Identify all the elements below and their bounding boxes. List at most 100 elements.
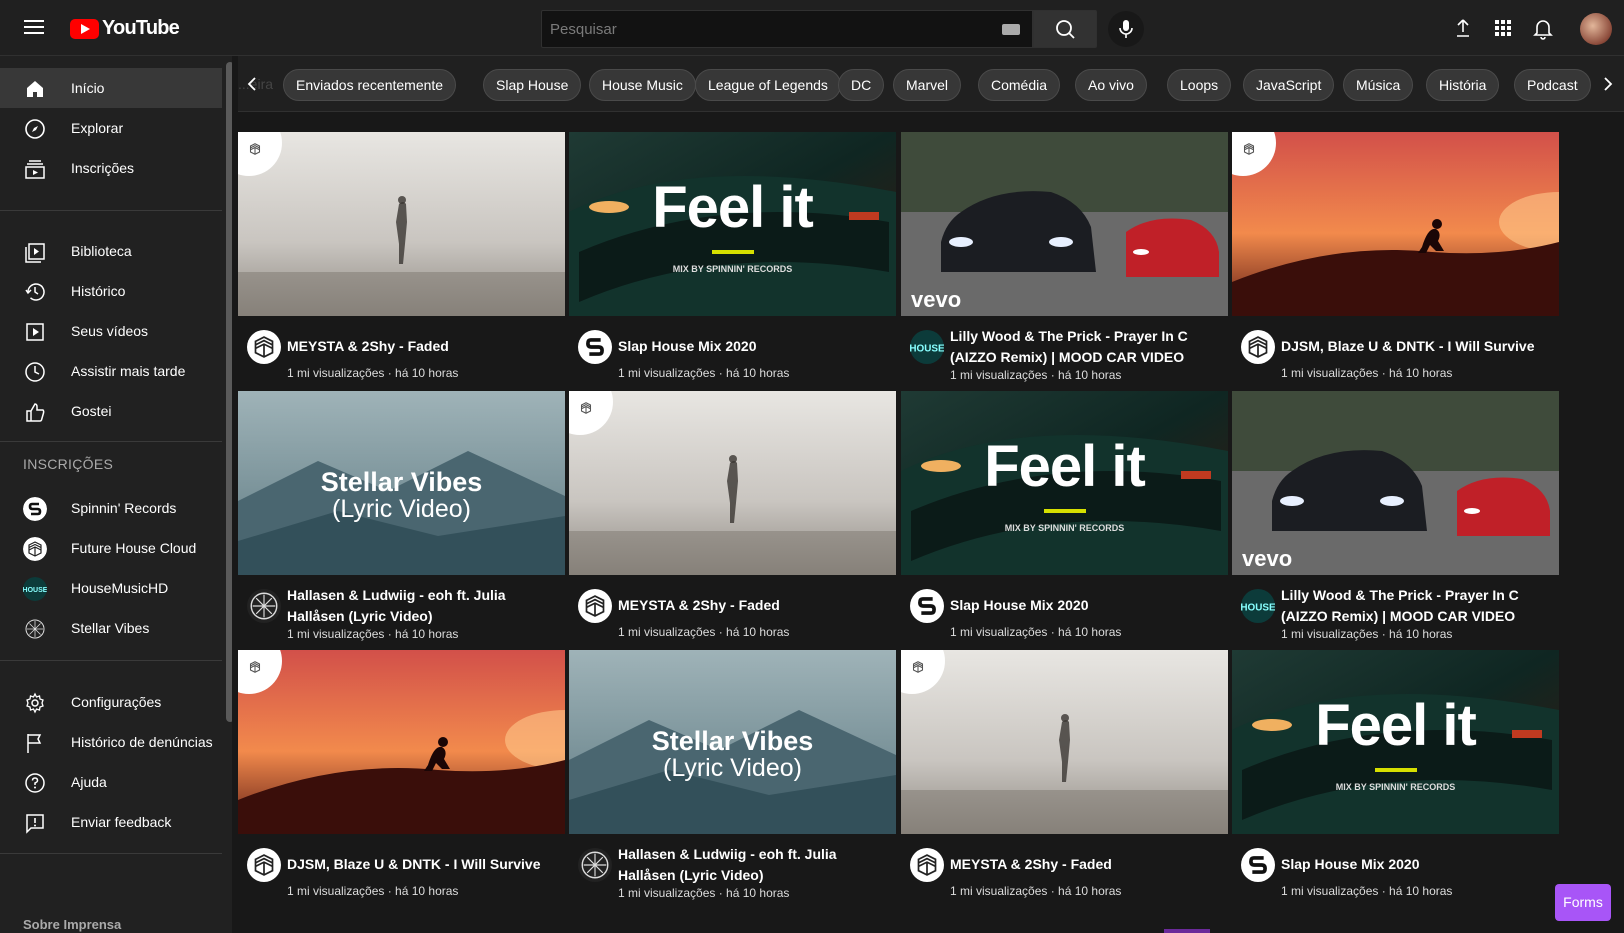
video-card[interactable]: Stellar Vibes (Lyric Video) Hallasen & Lud… [238,391,565,651]
sidebar-item-historico-denuncias[interactable]: Histórico de denúncias [0,722,222,762]
chip[interactable]: Música [1343,69,1414,101]
video-title[interactable]: DJSM, Blaze U & DNTK - I Will Survive [287,854,559,875]
future-house-cloud-channel-icon[interactable] [247,330,281,364]
bell-icon[interactable] [1530,15,1556,41]
video-card[interactable]: Feel it MIX BY SPINNIN' RECORDS Slap House… [901,391,1228,651]
spinnin-records-channel-icon[interactable] [910,589,944,623]
chip[interactable]: Loops [1167,69,1232,101]
sidebar-item-future-house-cloud[interactable]: Future House Cloud [0,528,222,568]
sidebar-footer-links[interactable]: Sobre Imprensa [23,917,121,932]
chip[interactable]: História [1426,69,1500,101]
search-button[interactable] [1033,10,1097,48]
sidebar-item-ajuda[interactable]: Ajuda [0,762,222,802]
sidebar-item-spinnin-records[interactable]: Spinnin' Records [0,488,222,528]
chip[interactable]: JavaScript [1243,69,1335,101]
video-thumbnail[interactable]: vevo [1232,391,1559,575]
chip[interactable]: House Music [589,69,696,101]
stellar-vibes-channel-icon[interactable] [247,589,281,623]
chevron-right-icon[interactable] [1594,70,1622,98]
video-thumbnail[interactable]: Feel it MIX BY SPINNIN' RECORDS [569,132,896,316]
chip[interactable]: Marvel [893,69,962,101]
video-title[interactable]: Hallasen & Ludwiig - eoh ft. Julia Hallå… [287,585,559,627]
chip[interactable]: Podcast [1514,69,1591,101]
sidebar-item-biblioteca[interactable]: Biblioteca [0,231,222,271]
sidebar-item-assistir-mais-tarde[interactable]: Assistir mais tarde [0,351,222,391]
sidebar-item-enviar-feedback[interactable]: Enviar feedback [0,802,222,842]
video-title[interactable]: Lilly Wood & The Prick - Prayer In C (AI… [950,326,1222,368]
sidebar-item-seus-videos[interactable]: Seus vídeos [0,311,222,351]
video-meta: 1 mi visualizações · há 10 horas [287,366,459,380]
future-house-cloud-channel-icon[interactable] [910,848,944,882]
video-title[interactable]: Slap House Mix 2020 [1281,854,1553,875]
sidebar-item-gostei[interactable]: Gostei [0,391,222,431]
video-thumbnail[interactable]: vevo [901,132,1228,316]
video-card[interactable]: DJSM, Blaze U & DNTK - I Will Survive 1 m… [238,650,565,910]
spinnin-records-channel-icon[interactable] [1241,848,1275,882]
spinnin-records-channel-icon[interactable] [578,330,612,364]
keyboard-icon[interactable] [1002,24,1020,35]
video-thumbnail[interactable]: Stellar Vibes (Lyric Video) [569,650,896,834]
video-title[interactable]: MEYSTA & 2Shy - Faded [287,336,559,357]
chip[interactable]: DC [838,69,885,101]
upload-icon[interactable] [1450,15,1476,41]
chip[interactable]: Enviados recentemente [283,69,457,101]
sidebar-item-inicio[interactable]: Início [0,68,222,108]
youtube-logo[interactable]: YouTube [70,17,180,40]
sidebar-item-label: Seus vídeos [71,323,149,339]
video-card[interactable]: MEYSTA & 2Shy - Faded 1 mi visualizações … [569,391,896,651]
sidebar-item-configuracoes[interactable]: Configurações [0,682,222,722]
video-card[interactable]: DJSM, Blaze U & DNTK - I Will Survive 1 m… [1232,132,1559,392]
future-house-cloud-channel-icon[interactable] [1241,330,1275,364]
flag-icon [27,734,42,753]
video-title[interactable]: Hallasen & Ludwiig - eoh ft. Julia Hallå… [618,844,890,886]
avatar[interactable] [1580,13,1612,45]
video-thumbnail[interactable] [901,650,1228,834]
sidebar-item-inscricoes[interactable]: Inscrições [0,148,222,188]
housemusichd-channel-icon[interactable]: HOUSE [909,330,945,364]
video-card[interactable]: vevo HOUSE Lilly Wood & The Prick - Prayer… [901,132,1228,392]
sidebar-item-stellar-vibes[interactable]: Stellar Vibes [0,608,222,648]
sidebar-item-historico[interactable]: Histórico [0,271,222,311]
video-thumbnail[interactable]: Feel it MIX BY SPINNIN' RECORDS [901,391,1228,575]
sidebar-item-explorar[interactable]: Explorar [0,108,222,148]
video-title[interactable]: DJSM, Blaze U & DNTK - I Will Survive [1281,336,1553,357]
future-house-cloud-channel-icon[interactable] [247,848,281,882]
video-card[interactable]: MEYSTA & 2Shy - Faded 1 mi visualizações … [238,132,565,392]
chip[interactable]: Slap House [483,69,582,101]
voice-search-button[interactable] [1108,11,1144,47]
video-card[interactable]: Stellar Vibes (Lyric Video) Hallasen & Lud… [569,650,896,910]
video-card[interactable]: vevo HOUSE Lilly Wood & The Prick - Prayer… [1232,391,1559,651]
video-title[interactable]: MEYSTA & 2Shy - Faded [618,595,890,616]
sidebar-item-housemusichd[interactable]: HOUSE HouseMusicHD [0,568,222,608]
video-thumbnail[interactable]: Stellar Vibes (Lyric Video) [238,391,565,575]
chip[interactable]: League of Legends [695,69,841,101]
chip[interactable]: Comédia [978,69,1061,101]
video-card[interactable]: Feel it MIX BY SPINNIN' RECORDS Slap House… [569,132,896,392]
search-input[interactable] [542,11,1032,47]
housemusichd-channel-icon[interactable]: HOUSE [1240,589,1276,623]
mic-icon [1119,20,1133,38]
sidebar-scrollbar[interactable] [226,62,232,722]
video-thumbnail[interactable] [569,391,896,575]
feedback-icon [26,814,44,834]
video-thumbnail[interactable]: Feel it MIX BY SPINNIN' RECORDS [1232,650,1559,834]
future-house-cloud-channel-icon[interactable] [578,589,612,623]
forms-button[interactable]: Forms [1555,884,1611,921]
video-thumbnail[interactable] [1232,132,1559,316]
chip[interactable]: Ao vivo [1075,69,1147,101]
apps-icon[interactable] [1490,15,1516,41]
video-title[interactable]: MEYSTA & 2Shy - Faded [950,854,1222,875]
logo-text: YouTube [102,17,180,39]
video-card[interactable]: Feel it MIX BY SPINNIN' RECORDS Slap House… [1232,650,1559,910]
stellar-vibes-channel-icon[interactable] [578,848,612,882]
menu-icon[interactable] [20,16,50,40]
svg-text:HOUSE: HOUSE [910,343,944,354]
video-title[interactable]: Slap House Mix 2020 [618,336,890,357]
video-title[interactable]: Slap House Mix 2020 [950,595,1222,616]
video-thumbnail[interactable] [238,132,565,316]
video-thumbnail[interactable] [238,650,565,834]
video-card[interactable]: MEYSTA & 2Shy - Faded 1 mi visualizações … [901,650,1228,910]
subscriptions-heading: INSCRIÇÕES [23,456,114,472]
video-title[interactable]: Lilly Wood & The Prick - Prayer In C (AI… [1281,585,1553,627]
chevron-left-icon[interactable] [238,70,266,98]
